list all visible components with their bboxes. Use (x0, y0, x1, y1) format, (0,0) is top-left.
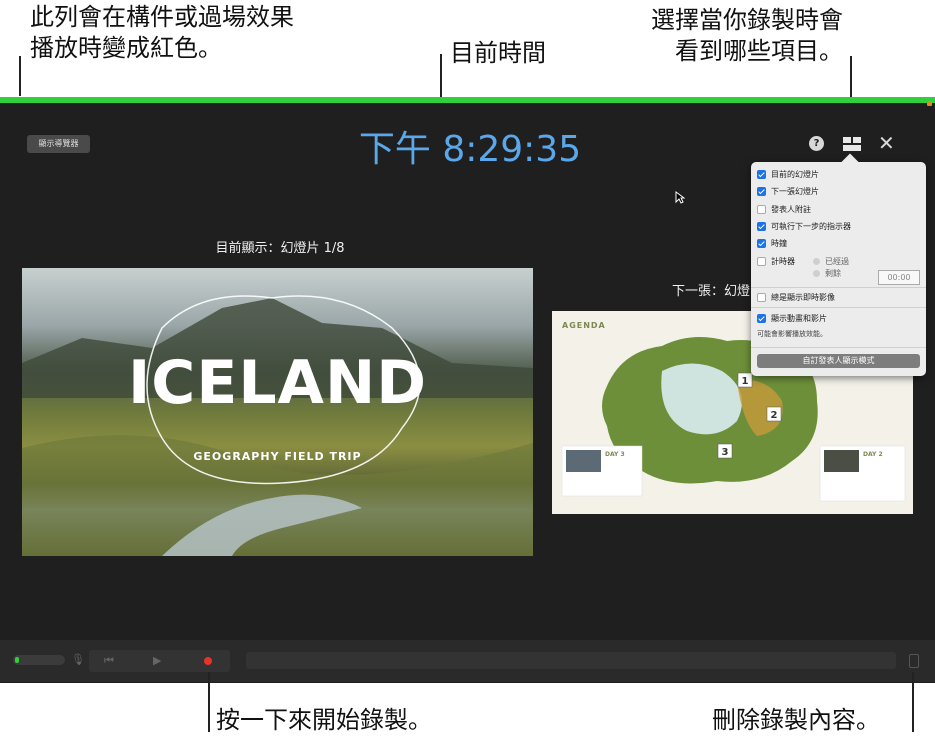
option-always-live-label: 總是顯示即時影像 (771, 292, 835, 302)
transport-controls: ⏮ ▶ (89, 650, 230, 672)
skip-back-icon[interactable]: ⏮ (104, 654, 114, 668)
performance-note: 可能會影響播放效能。 (757, 330, 827, 338)
level-fill (15, 657, 19, 663)
separator (751, 307, 926, 308)
help-icon[interactable]: ? (809, 136, 824, 151)
svg-text:DAY 3: DAY 3 (605, 451, 625, 458)
option-ready-indicator-label: 可執行下一步的指示器 (771, 221, 851, 231)
audio-level-meter (13, 655, 65, 665)
cursor-icon (675, 191, 685, 204)
customize-presenter-display-button[interactable]: 自訂發表人顯示模式 (757, 354, 920, 368)
timer-duration-field[interactable]: 00:00 (878, 270, 920, 285)
callout-top-left-line2: 播放時變成紅色。 (30, 34, 222, 62)
slide-subtitle: GEOGRAPHY FIELD TRIP (193, 450, 362, 463)
svg-text:1: 1 (742, 376, 749, 387)
callout-top-left: 此列會在構件或過場效果 播放時變成紅色。 (30, 2, 294, 64)
show-navigator-button[interactable]: 顯示導覽器 (27, 135, 90, 153)
layout-options-icon[interactable] (843, 137, 861, 151)
play-icon[interactable]: ▶ (153, 654, 161, 667)
checkbox-always-live[interactable] (757, 292, 766, 302)
option-current-slide-label: 目前的幻燈片 (771, 169, 819, 179)
option-timer-label: 計時器 (771, 256, 795, 266)
option-clock[interactable]: 時鐘 (757, 236, 787, 250)
option-show-animations-label: 顯示動畫和影片 (771, 313, 827, 323)
option-timer[interactable]: 計時器 (757, 254, 795, 268)
separator (751, 347, 926, 348)
option-always-live[interactable]: 總是顯示即時影像 (757, 290, 835, 304)
option-show-animations[interactable]: 顯示動畫和影片 (757, 311, 827, 325)
callout-bottom-left: 按一下來開始錄製。 (216, 706, 432, 734)
current-time-clock: 下午 8:29:35 (358, 129, 582, 170)
checkbox-ready-indicator[interactable] (757, 221, 766, 231)
callout-bottom-left-leader (208, 672, 210, 732)
record-button[interactable] (204, 657, 212, 665)
option-next-slide-label: 下一張幻燈片 (771, 186, 819, 196)
status-indicator (927, 101, 932, 106)
radio-remaining[interactable]: 剩餘 (813, 268, 841, 279)
checkbox-show-animations[interactable] (757, 313, 766, 323)
callout-top-right-line1: 選擇當你錄製時會 (651, 6, 843, 34)
radio-elapsed-dot (813, 258, 820, 265)
separator (751, 287, 926, 288)
option-next-slide[interactable]: 下一張幻燈片 (757, 184, 819, 198)
svg-text:2: 2 (771, 410, 778, 421)
slide-title: ICELAND (127, 348, 428, 418)
callout-top-left-line1: 此列會在構件或過場效果 (30, 3, 294, 31)
display-options-popover: 目前的幻燈片 下一張幻燈片 發表人附註 可執行下一步的指示器 時鐘 計時器 已經… (751, 162, 926, 376)
recording-timeline[interactable] (246, 652, 896, 669)
checkbox-clock[interactable] (757, 238, 766, 248)
build-status-bar (0, 97, 935, 103)
current-slide-preview: ICELAND GEOGRAPHY FIELD TRIP (22, 268, 533, 556)
svg-text:3: 3 (722, 447, 729, 458)
next-slide-label: 下一張：幻燈 (672, 284, 751, 299)
callout-top-left-leader (19, 56, 21, 96)
option-current-slide[interactable]: 目前的幻燈片 (757, 167, 819, 181)
radio-remaining-label: 剩餘 (825, 269, 841, 278)
callout-top-center: 目前時間 (450, 39, 546, 67)
svg-text:DAY 2: DAY 2 (863, 451, 883, 458)
callout-bottom-right-leader (912, 672, 914, 732)
trash-icon[interactable] (909, 654, 919, 668)
checkbox-current-slide[interactable] (757, 169, 766, 179)
callout-top-right: 選擇當你錄製時會 看到哪些項目。 (616, 5, 843, 67)
radio-elapsed-label: 已經過 (825, 257, 849, 266)
radio-elapsed[interactable]: 已經過 (813, 256, 849, 267)
option-ready-indicator[interactable]: 可執行下一步的指示器 (757, 219, 851, 233)
close-icon[interactable]: ✕ (878, 131, 895, 155)
checkbox-presenter-notes[interactable] (757, 204, 766, 214)
radio-remaining-dot (813, 270, 820, 277)
current-slide-label: 目前顯示：幻燈片 1/8 (215, 241, 345, 256)
callout-top-right-line2: 看到哪些項目。 (675, 37, 843, 65)
checkbox-timer[interactable] (757, 256, 766, 266)
option-presenter-notes[interactable]: 發表人附註 (757, 202, 811, 216)
microphone-icon[interactable]: 🎙 (71, 653, 85, 666)
option-presenter-notes-label: 發表人附註 (771, 204, 811, 214)
checkbox-next-slide[interactable] (757, 186, 766, 196)
callout-bottom-right: 刪除錄製內容。 (712, 706, 880, 734)
option-clock-label: 時鐘 (771, 238, 787, 248)
